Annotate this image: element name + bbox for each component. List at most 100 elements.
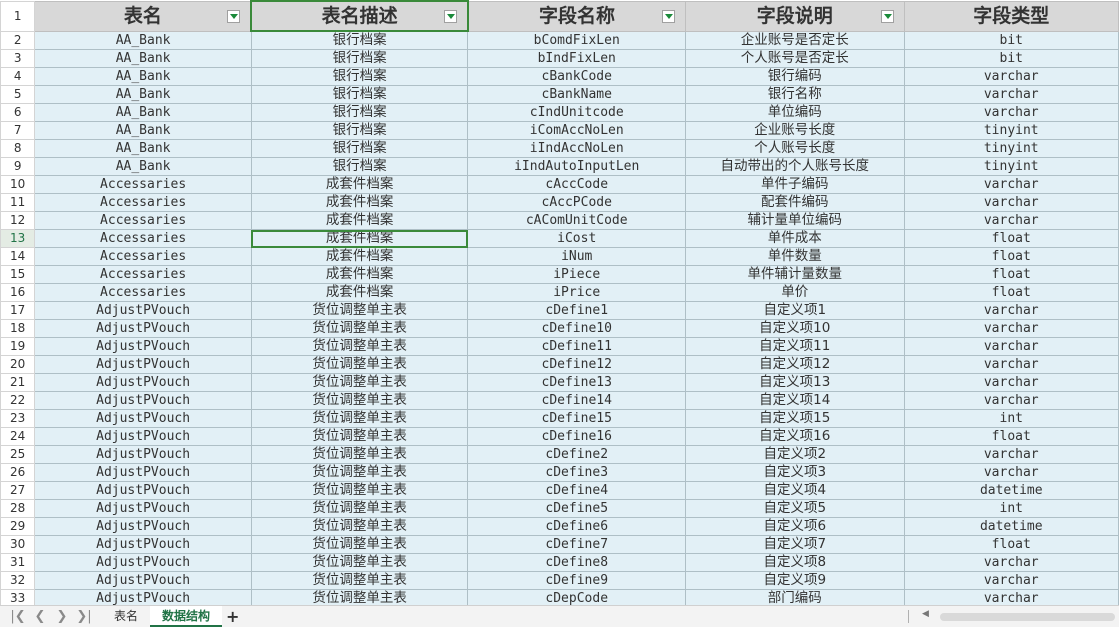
cell-field-name[interactable]: cDefine16 xyxy=(467,427,687,446)
row-number[interactable]: 10 xyxy=(0,175,36,194)
cell-table-name[interactable]: AdjustPVouch xyxy=(34,391,252,410)
next-sheet-icon[interactable]: ❯ xyxy=(54,609,70,625)
cell-field-desc[interactable]: 辅计量单位编码 xyxy=(685,211,905,230)
cell-table-desc[interactable]: 货位调整单主表 xyxy=(250,535,469,554)
cell-table-name[interactable]: AA_Bank xyxy=(34,67,252,86)
cell-table-desc[interactable]: 成套件档案 xyxy=(250,283,469,302)
cell-table-desc[interactable]: 货位调整单主表 xyxy=(250,409,469,428)
cell-table-name[interactable]: AA_Bank xyxy=(34,49,252,68)
cell-field-type[interactable]: varchar xyxy=(903,301,1119,320)
row-number[interactable]: 6 xyxy=(0,103,36,122)
prev-sheet-icon[interactable]: ❮ xyxy=(32,609,48,625)
row-number[interactable]: 14 xyxy=(0,247,36,266)
horizontal-scrollbar[interactable] xyxy=(940,613,1115,621)
cell-field-name[interactable]: iComAccNoLen xyxy=(467,121,687,140)
cell-field-type[interactable]: varchar xyxy=(903,103,1119,122)
row-number[interactable]: 8 xyxy=(0,139,36,158)
cell-field-type[interactable]: varchar xyxy=(903,445,1119,464)
cell-table-desc[interactable]: 成套件档案 xyxy=(250,247,469,266)
cell-field-type[interactable]: varchar xyxy=(903,571,1119,590)
cell-field-type[interactable]: varchar xyxy=(903,463,1119,482)
cell-table-name[interactable]: AdjustPVouch xyxy=(34,301,252,320)
row-number[interactable]: 3 xyxy=(0,49,36,68)
cell-field-desc[interactable]: 银行编码 xyxy=(685,67,905,86)
cell-field-desc[interactable]: 自定义项5 xyxy=(685,499,905,518)
cell-table-name[interactable]: AdjustPVouch xyxy=(34,373,252,392)
cell-table-name[interactable]: Accessaries xyxy=(34,175,252,194)
cell-field-desc[interactable]: 自定义项12 xyxy=(685,355,905,374)
cell-table-desc[interactable]: 银行档案 xyxy=(250,157,469,176)
cell-table-name[interactable]: AA_Bank xyxy=(34,139,252,158)
cell-field-desc[interactable]: 个人账号长度 xyxy=(685,139,905,158)
cell-table-desc[interactable]: 银行档案 xyxy=(250,67,469,86)
cell-table-name[interactable]: Accessaries xyxy=(34,265,252,284)
cell-field-name[interactable]: cAccCode xyxy=(467,175,687,194)
cell-field-name[interactable]: iIndAccNoLen xyxy=(467,139,687,158)
cell-field-name[interactable]: iPiece xyxy=(467,265,687,284)
cell-field-desc[interactable]: 自动带出的个人账号长度 xyxy=(685,157,905,176)
row-number[interactable]: 9 xyxy=(0,157,36,176)
cell-field-desc[interactable]: 自定义项7 xyxy=(685,535,905,554)
row-number[interactable]: 7 xyxy=(0,121,36,140)
cell-field-desc[interactable]: 个人账号是否定长 xyxy=(685,49,905,68)
cell-field-type[interactable]: bit xyxy=(903,49,1119,68)
cell-field-name[interactable]: cBankCode xyxy=(467,67,687,86)
cell-field-desc[interactable]: 自定义项4 xyxy=(685,481,905,500)
last-sheet-icon[interactable]: ❯| xyxy=(76,609,92,625)
cell-field-name[interactable]: cDefine7 xyxy=(467,535,687,554)
cell-table-desc[interactable]: 成套件档案 xyxy=(250,265,469,284)
cell-table-desc[interactable]: 货位调整单主表 xyxy=(250,517,469,536)
cell-field-desc[interactable]: 自定义项3 xyxy=(685,463,905,482)
cell-field-desc[interactable]: 自定义项13 xyxy=(685,373,905,392)
cell-table-name[interactable]: AdjustPVouch xyxy=(34,427,252,446)
row-number[interactable]: 11 xyxy=(0,193,36,212)
row-number[interactable]: 24 xyxy=(0,427,36,446)
row-number[interactable]: 1 xyxy=(0,0,36,32)
cell-table-desc[interactable]: 货位调整单主表 xyxy=(250,391,469,410)
cell-table-desc[interactable]: 银行档案 xyxy=(250,85,469,104)
spreadsheet-grid[interactable]: 1 表名 表名描述 字段名称 字段说明 字段类型 2 AA_Bank 银行档案 … xyxy=(0,0,1119,605)
cell-field-name[interactable]: cAComUnitCode xyxy=(467,211,687,230)
cell-field-type[interactable]: tinyint xyxy=(903,121,1119,140)
cell-field-type[interactable]: varchar xyxy=(903,193,1119,212)
cell-field-type[interactable]: varchar xyxy=(903,337,1119,356)
cell-table-name[interactable]: Accessaries xyxy=(34,283,252,302)
cell-table-desc[interactable]: 银行档案 xyxy=(250,30,469,50)
row-number[interactable]: 29 xyxy=(0,517,36,536)
cell-field-name[interactable]: bComdFixLen xyxy=(467,30,687,50)
row-number[interactable]: 27 xyxy=(0,481,36,500)
cell-field-name[interactable]: cDefine9 xyxy=(467,571,687,590)
row-number[interactable]: 5 xyxy=(0,85,36,104)
cell-field-type[interactable]: float xyxy=(903,427,1119,446)
column-header-field-type[interactable]: 字段类型 xyxy=(903,0,1119,32)
sheet-tab-table-names[interactable]: 表名 xyxy=(104,606,148,627)
column-header-field-desc[interactable]: 字段说明 xyxy=(685,0,905,32)
cell-field-name[interactable]: iCost xyxy=(467,229,687,248)
cell-field-type[interactable]: varchar xyxy=(903,355,1119,374)
row-number[interactable]: 26 xyxy=(0,463,36,482)
cell-table-desc[interactable]: 货位调整单主表 xyxy=(250,481,469,500)
cell-table-name[interactable]: AdjustPVouch xyxy=(34,553,252,572)
filter-dropdown-icon[interactable] xyxy=(880,9,894,23)
cell-field-name[interactable]: cDefine3 xyxy=(467,463,687,482)
cell-field-name[interactable]: cDefine15 xyxy=(467,409,687,428)
cell-table-desc[interactable]: 货位调整单主表 xyxy=(250,553,469,572)
cell-field-name[interactable]: cDefine2 xyxy=(467,445,687,464)
row-number[interactable]: 2 xyxy=(0,30,36,50)
row-number[interactable]: 21 xyxy=(0,373,36,392)
cell-table-name[interactable]: AA_Bank xyxy=(34,157,252,176)
cell-field-name[interactable]: cDefine5 xyxy=(467,499,687,518)
cell-field-type[interactable]: float xyxy=(903,229,1119,248)
row-number[interactable]: 20 xyxy=(0,355,36,374)
filter-dropdown-icon[interactable] xyxy=(227,9,241,23)
cell-table-name[interactable]: AA_Bank xyxy=(34,103,252,122)
cell-field-desc[interactable]: 自定义项1 xyxy=(685,301,905,320)
cell-table-name[interactable]: Accessaries xyxy=(34,247,252,266)
cell-field-desc[interactable]: 单件子编码 xyxy=(685,175,905,194)
cell-field-desc[interactable]: 配套件编码 xyxy=(685,193,905,212)
cell-table-name[interactable]: AdjustPVouch xyxy=(34,499,252,518)
cell-field-desc[interactable]: 单件辅计量数量 xyxy=(685,265,905,284)
cell-field-desc[interactable]: 自定义项9 xyxy=(685,571,905,590)
cell-field-type[interactable]: varchar xyxy=(903,175,1119,194)
cell-table-name[interactable]: AdjustPVouch xyxy=(34,409,252,428)
